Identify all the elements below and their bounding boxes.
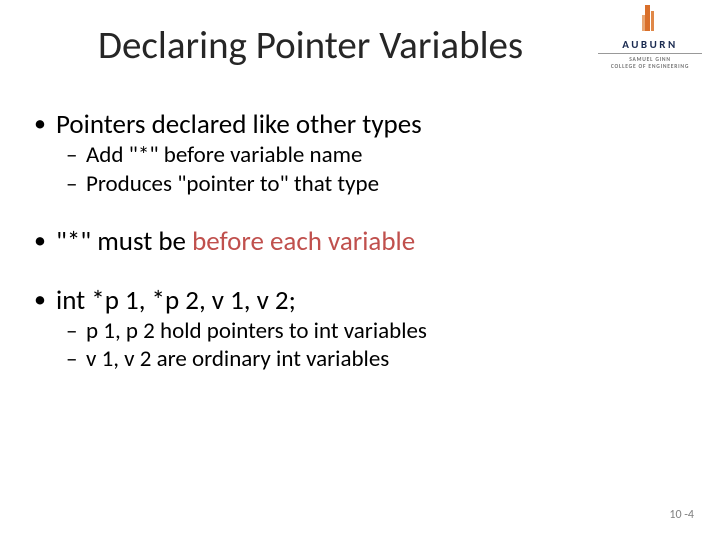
logo-divider: [598, 53, 702, 54]
slide-body: Pointers declared like other types Add "…: [30, 108, 690, 374]
bullet-3b: v 1, v 2 are ordinary int variables: [30, 345, 690, 374]
bullet-2-pre: "*" must be: [56, 225, 192, 258]
bullet-2: "*" must be before each variable: [30, 225, 690, 258]
bullet-3a: p 1, p 2 hold pointers to int variables: [30, 317, 690, 346]
slide: Declaring Pointer Variables AUBURN SAMUE…: [0, 0, 720, 540]
bullet-2-red: before each variable: [192, 225, 415, 258]
slide-title: Declaring Pointer Variables: [98, 22, 523, 69]
logo-college-line2: COLLEGE OF ENGINEERING: [594, 64, 706, 71]
auburn-logo: AUBURN SAMUEL GINN COLLEGE OF ENGINEERIN…: [594, 5, 706, 75]
bullet-1: Pointers declared like other types: [30, 108, 690, 141]
bullet-1a: Add "*" before variable name: [30, 141, 690, 170]
bullet-1b: Produces "pointer to" that type: [30, 170, 690, 199]
slide-number: 10 -4: [669, 508, 694, 522]
bullet-3: int *p 1, *p 2, v 1, v 2;: [30, 284, 690, 317]
tower-icon: [641, 5, 659, 31]
logo-university: AUBURN: [594, 39, 706, 50]
logo-college-line1: SAMUEL GINN: [594, 57, 706, 64]
